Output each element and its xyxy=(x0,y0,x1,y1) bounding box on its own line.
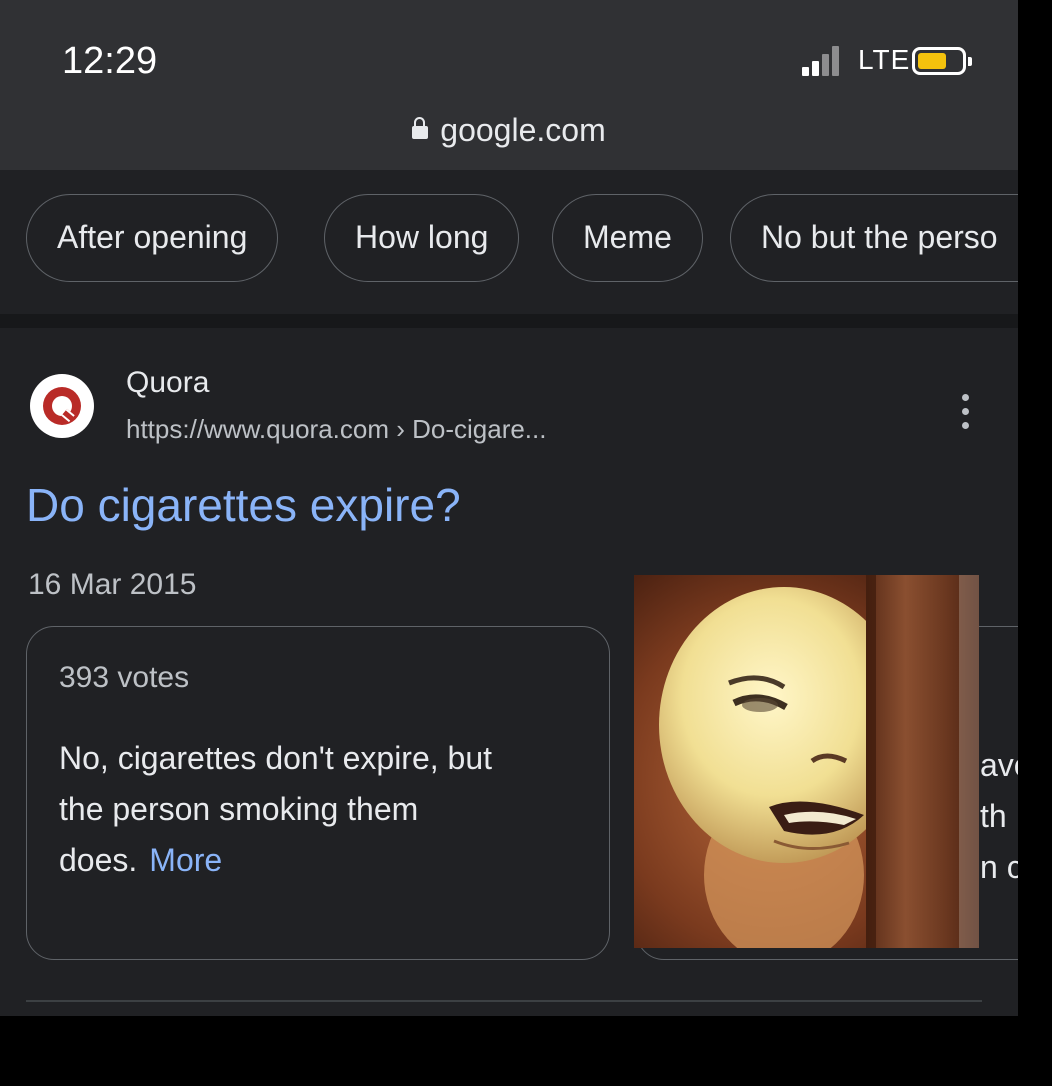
snippet-fragment: ave xyxy=(980,747,1018,783)
lock-icon xyxy=(412,117,429,139)
chip-no-but-the-person[interactable]: No but the perso xyxy=(730,194,1018,282)
status-time: 12:29 xyxy=(62,40,158,82)
answer-line: does. xyxy=(59,842,138,878)
answer-snippet: No, cigarettes don't expire, but the per… xyxy=(59,733,579,886)
quora-favicon xyxy=(30,374,94,438)
section-divider xyxy=(0,314,1018,328)
result-site-name[interactable]: Quora xyxy=(126,366,209,400)
more-link[interactable]: More xyxy=(149,842,222,878)
snippet-fragment: th xyxy=(980,798,1007,834)
signal-icon xyxy=(802,46,842,76)
result-date: 16 Mar 2015 xyxy=(28,568,197,601)
result-title-link[interactable]: Do cigarettes expire? xyxy=(26,478,461,532)
chip-how-long[interactable]: How long xyxy=(324,194,520,282)
url-text: google.com xyxy=(440,112,606,148)
phone-screen: 12:29 LTE google.com After opening How l… xyxy=(0,0,1018,1016)
second-card-snippet: ave th n c xyxy=(980,740,1018,893)
network-label: LTE xyxy=(858,44,911,75)
answer-line: the person smoking them xyxy=(59,791,419,827)
battery-icon xyxy=(912,47,972,75)
answer-card[interactable]: 393 votes No, cigarettes don't expire, b… xyxy=(26,626,610,960)
status-bar: 12:29 LTE google.com xyxy=(0,0,1018,170)
peeking-face-meme-image xyxy=(634,575,979,948)
result-site-url[interactable]: https://www.quora.com › Do-cigare... xyxy=(126,414,546,445)
snippet-fragment: n c xyxy=(980,849,1018,885)
more-vert-icon[interactable] xyxy=(954,394,978,430)
answer-line: No, cigarettes don't expire, but xyxy=(59,740,493,776)
answer-votes: 393 votes xyxy=(59,661,190,694)
chip-after-opening[interactable]: After opening xyxy=(26,194,279,282)
related-search-chips: After opening How long Meme No but the p… xyxy=(0,194,1018,286)
chip-meme[interactable]: Meme xyxy=(552,194,703,282)
url-bar[interactable]: google.com xyxy=(0,112,1018,149)
result-divider xyxy=(26,1000,982,1002)
